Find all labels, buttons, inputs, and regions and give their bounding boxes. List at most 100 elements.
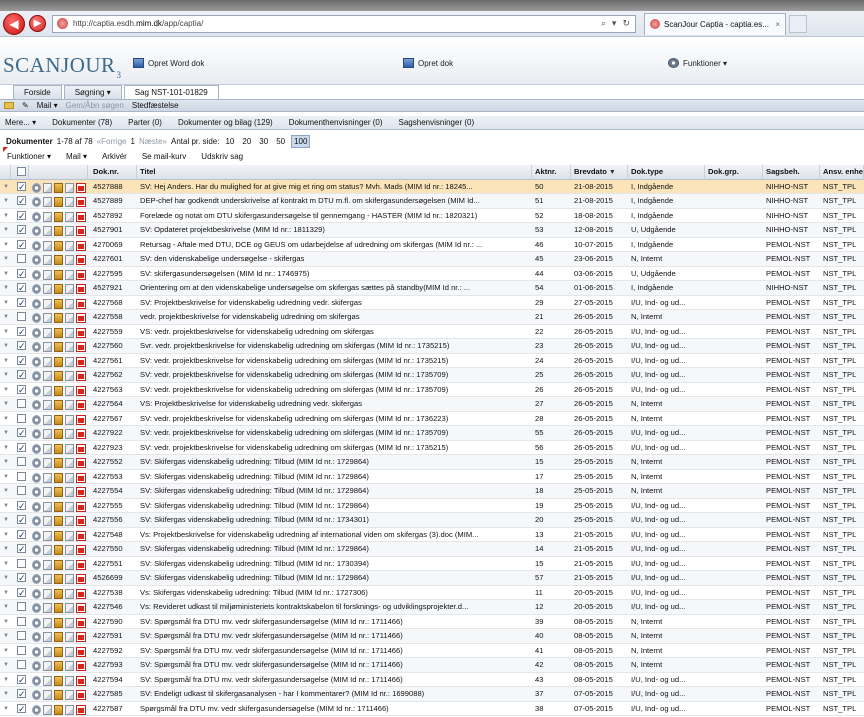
- document-icon[interactable]: [43, 240, 52, 251]
- history-icon[interactable]: [32, 284, 41, 295]
- mail-icon[interactable]: [54, 603, 63, 614]
- table-row[interactable]: ▼ 4227587Spørgsmål fra DTU mv. vedr skife…: [0, 702, 864, 717]
- history-icon[interactable]: [32, 501, 41, 512]
- next-page-link[interactable]: Næste»: [139, 137, 167, 146]
- mail-icon[interactable]: [54, 226, 63, 237]
- col-ansv-enhed[interactable]: Ansv. enhe: [821, 165, 864, 180]
- cell-dok-nr[interactable]: 4227551: [91, 557, 137, 572]
- copy-icon[interactable]: [65, 704, 74, 715]
- row-expand-icon[interactable]: ▼: [3, 223, 11, 238]
- cell-dok-nr[interactable]: 4227538: [91, 586, 137, 601]
- cell-dok-nr[interactable]: 4527888: [91, 180, 137, 195]
- cell-titel[interactable]: SV: Opdateret projektbeskrivelse (MIM Id…: [138, 223, 532, 238]
- row-checkbox[interactable]: [17, 513, 29, 528]
- copy-icon[interactable]: [65, 240, 74, 251]
- history-icon[interactable]: [32, 298, 41, 309]
- row-checkbox[interactable]: [17, 600, 29, 615]
- history-icon[interactable]: [32, 182, 41, 193]
- copy-icon[interactable]: [65, 414, 74, 425]
- se-mail-kurv-button[interactable]: Se mail-kurv: [142, 152, 186, 161]
- row-expand-icon[interactable]: ▼: [3, 702, 11, 717]
- document-icon[interactable]: [43, 313, 52, 324]
- copy-icon[interactable]: [65, 574, 74, 585]
- forward-button[interactable]: ▶: [29, 15, 46, 32]
- table-row[interactable]: ▼ 4227550SV: Skifergas videnskabelig udre…: [0, 542, 864, 557]
- table-row[interactable]: ▼ 4227559VS: vedr. projektbeskrivelse for…: [0, 325, 864, 339]
- cell-titel[interactable]: SV: Spørgsmål fra DTU mv. vedr skifergas…: [138, 629, 532, 644]
- funktioner-dropdown[interactable]: Funktioner ▾: [7, 152, 51, 161]
- row-expand-icon[interactable]: ▼: [3, 267, 11, 282]
- document-icon[interactable]: [43, 298, 52, 309]
- copy-icon[interactable]: [65, 443, 74, 454]
- row-checkbox[interactable]: [17, 368, 29, 383]
- mail-icon[interactable]: [54, 298, 63, 309]
- row-checkbox[interactable]: [17, 310, 29, 325]
- mail-icon[interactable]: [54, 197, 63, 208]
- history-icon[interactable]: [32, 472, 41, 483]
- cell-titel[interactable]: SV: Projektbeskrivelse for videnskabelig…: [138, 296, 532, 311]
- pdf-icon[interactable]: [76, 226, 86, 237]
- cell-titel[interactable]: SV: Skifergas videnskabelig udredning: T…: [138, 470, 532, 485]
- row-expand-icon[interactable]: ▼: [3, 368, 11, 383]
- cell-dok-nr[interactable]: 4527892: [91, 209, 137, 224]
- table-row[interactable]: ▼ 4227546 Vs: Revideret udkast til miljømi…: [0, 600, 864, 615]
- pdf-icon[interactable]: [76, 690, 86, 701]
- per-page-10[interactable]: 10: [223, 136, 236, 147]
- mail-icon[interactable]: [54, 487, 63, 498]
- history-icon[interactable]: [32, 313, 41, 324]
- pdf-icon[interactable]: [76, 603, 86, 614]
- history-icon[interactable]: [32, 588, 41, 599]
- document-icon[interactable]: [43, 646, 52, 657]
- mail-icon[interactable]: [54, 240, 63, 251]
- cell-titel[interactable]: SV: Spørgsmål fra DTU mv. vedr skifergas…: [138, 644, 532, 659]
- per-page-20[interactable]: 20: [240, 136, 253, 147]
- row-expand-icon[interactable]: ▼: [3, 528, 11, 543]
- row-expand-icon[interactable]: ▼: [3, 426, 11, 441]
- table-row[interactable]: ▼ 4227601 SV: den videnskabelige undersøge…: [0, 252, 864, 267]
- row-checkbox[interactable]: [17, 397, 29, 412]
- cell-dok-nr[interactable]: 4227922: [91, 426, 137, 441]
- mail-icon[interactable]: [54, 472, 63, 483]
- document-icon[interactable]: [43, 661, 52, 672]
- row-expand-icon[interactable]: ▼: [3, 383, 11, 398]
- row-expand-icon[interactable]: ▼: [3, 180, 11, 195]
- history-icon[interactable]: [32, 632, 41, 643]
- document-icon[interactable]: [43, 458, 52, 469]
- pdf-icon[interactable]: [76, 632, 86, 643]
- history-icon[interactable]: [32, 342, 41, 353]
- row-checkbox[interactable]: [17, 470, 29, 485]
- per-page-50[interactable]: 50: [274, 136, 287, 147]
- pdf-icon[interactable]: [76, 269, 86, 280]
- cell-titel[interactable]: SV: Skifergas videnskabelig udredning: T…: [138, 455, 532, 470]
- prev-page-link[interactable]: «Forrige: [97, 137, 127, 146]
- mail-icon[interactable]: [54, 182, 63, 193]
- row-checkbox[interactable]: [17, 629, 29, 644]
- opret-dok-button[interactable]: Opret dok: [403, 58, 453, 68]
- pdf-icon[interactable]: [76, 559, 86, 570]
- cell-dok-nr[interactable]: 4227562: [91, 368, 137, 383]
- pdf-icon[interactable]: [76, 675, 86, 686]
- copy-icon[interactable]: [65, 632, 74, 643]
- cell-titel[interactable]: Retursag - Aftale med DTU, DCE og GEUS o…: [138, 238, 532, 253]
- col-dok-nr[interactable]: Dok.nr.: [91, 165, 137, 180]
- history-icon[interactable]: [32, 197, 41, 208]
- row-expand-icon[interactable]: ▼: [3, 673, 11, 688]
- history-icon[interactable]: [32, 603, 41, 614]
- gem-soegen-button[interactable]: Gem/Åbn søgen: [66, 101, 124, 110]
- mail-icon[interactable]: [54, 269, 63, 280]
- table-row[interactable]: ▼ 4526699SV: Skifergas videnskabelig udre…: [0, 571, 864, 586]
- table-row[interactable]: ▼ 4227568SV: Projektbeskrivelse for viden…: [0, 296, 864, 311]
- mail-icon[interactable]: [54, 313, 63, 324]
- table-row[interactable]: ▼ 4227594SV: Spørgsmål fra DTU mv. vedr s…: [0, 673, 864, 688]
- cell-titel[interactable]: SV: vedr. projektbeskrivelse for vidensk…: [138, 368, 532, 383]
- table-row[interactable]: ▼ 4227556SV: Skifergas videnskabelig udre…: [0, 513, 864, 528]
- history-icon[interactable]: [32, 371, 41, 382]
- cell-dok-nr[interactable]: 4227595: [91, 267, 137, 282]
- cell-titel[interactable]: Forelæde og notat om DTU skifergasunders…: [138, 209, 532, 224]
- cell-dok-nr[interactable]: 4227561: [91, 354, 137, 369]
- row-expand-icon[interactable]: ▼: [3, 484, 11, 499]
- cell-dok-nr[interactable]: 4270069: [91, 238, 137, 253]
- table-row[interactable]: ▼ 4527901SV: Opdateret projektbeskrivelse…: [0, 223, 864, 238]
- cell-titel[interactable]: SV: vedr. projektbeskrivelse for vidensk…: [138, 426, 532, 441]
- cell-titel[interactable]: vedr. projektbeskrivelse for videnskabel…: [138, 310, 532, 325]
